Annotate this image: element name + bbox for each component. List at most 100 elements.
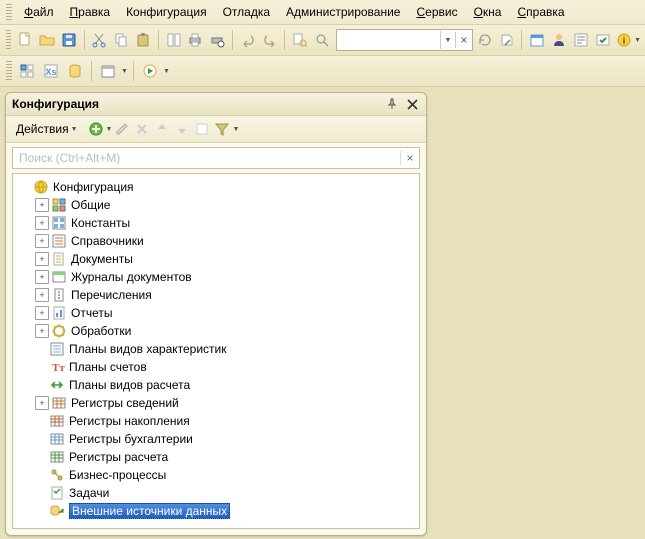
filter-button[interactable] <box>212 119 232 139</box>
expand-icon[interactable]: + <box>35 252 49 266</box>
tree-node-calc-registers[interactable]: Регистры расчета <box>33 448 415 466</box>
add-button[interactable] <box>86 119 106 139</box>
tree-node-documents[interactable]: +Документы <box>33 250 415 268</box>
goto-button[interactable] <box>497 29 517 51</box>
tree-node-accounts[interactable]: TтПланы счетов <box>33 358 415 376</box>
delete-button[interactable] <box>132 119 152 139</box>
copy-button[interactable] <box>111 29 131 51</box>
redo-button[interactable] <box>260 29 280 51</box>
save-button[interactable] <box>59 29 79 51</box>
expand-icon[interactable]: + <box>35 216 49 230</box>
tree-node-reports[interactable]: +Отчеты <box>33 304 415 322</box>
print-preview-button[interactable] <box>207 29 227 51</box>
expand-icon[interactable]: + <box>35 324 49 338</box>
refresh-button[interactable] <box>475 29 495 51</box>
menubar-gripper[interactable] <box>6 4 12 20</box>
configuration-tree[interactable]: Конфигурация +Общие+Константы+Справочник… <box>12 173 420 529</box>
expand-icon[interactable]: + <box>35 270 49 284</box>
toolbar2-gripper[interactable] <box>6 61 12 81</box>
calendar2-dropdown-icon[interactable]: ▼ <box>121 68 128 75</box>
menu-configuration[interactable]: Конфигурация <box>118 3 215 21</box>
calendar2-button[interactable] <box>97 60 119 82</box>
global-search-input[interactable]: ▼ × <box>336 29 473 51</box>
configuration-tree-button[interactable] <box>16 60 38 82</box>
panel-header: Конфигурация <box>6 93 426 116</box>
actions-menu-button[interactable]: Действия ▼ <box>12 121 82 137</box>
help-dropdown-icon[interactable]: ▼ <box>634 37 641 44</box>
expand-icon[interactable]: + <box>35 198 49 212</box>
print-button[interactable] <box>186 29 206 51</box>
expand-icon[interactable]: + <box>35 234 49 248</box>
menu-debug[interactable]: Отладка <box>215 3 278 21</box>
tree-node-label: Регистры бухгалтерии <box>69 432 193 446</box>
panel-title: Конфигурация <box>12 97 380 111</box>
general-icon <box>51 197 67 213</box>
check-button[interactable] <box>593 29 613 51</box>
properties-button[interactable] <box>571 29 591 51</box>
global-search-field[interactable] <box>337 33 440 47</box>
paste-button[interactable] <box>133 29 153 51</box>
new-document-button[interactable] <box>15 29 35 51</box>
tree-node-accounting-registers[interactable]: Регистры бухгалтерии <box>33 430 415 448</box>
menu-service[interactable]: Сервис <box>408 3 465 21</box>
tree-node-label: Планы видов расчета <box>69 378 190 392</box>
db-button[interactable] <box>64 60 86 82</box>
expand-icon[interactable]: + <box>35 396 49 410</box>
search-dropdown-icon[interactable]: ▼ <box>440 31 455 49</box>
processors-icon <box>51 323 67 339</box>
tree-node-calc-types[interactable]: Планы видов расчета <box>33 376 415 394</box>
tree-node-journals[interactable]: +Журналы документов <box>33 268 415 286</box>
cut-button[interactable] <box>90 29 110 51</box>
tree-node-general[interactable]: +Общие <box>33 196 415 214</box>
tree-node-business-processes[interactable]: Бизнес-процессы <box>33 466 415 484</box>
tree-root[interactable]: Конфигурация <box>17 178 415 196</box>
expand-icon[interactable]: + <box>35 306 49 320</box>
tree-node-label: Внешние источники данных <box>69 503 230 519</box>
tree-node-info-registers[interactable]: + Регистры сведений <box>33 394 415 412</box>
tree-node-enums[interactable]: +Перечисления <box>33 286 415 304</box>
help-button[interactable]: i <box>614 29 634 51</box>
tree-node-char-types[interactable]: Планы видов характеристик <box>33 340 415 358</box>
menu-administration[interactable]: Администрирование <box>278 3 408 21</box>
panel-search[interactable]: × <box>12 147 420 169</box>
toolbar1-gripper[interactable] <box>6 30 11 50</box>
tree-node-catalogs[interactable]: +Справочники <box>33 232 415 250</box>
tree-node-constants[interactable]: +Константы <box>33 214 415 232</box>
tree-node-label: Регистры сведений <box>71 396 179 410</box>
menu-edit[interactable]: Правка <box>62 3 119 21</box>
search-clear-button[interactable]: × <box>455 32 472 48</box>
tree-node-external-sources[interactable]: Внешние источники данных <box>33 502 415 520</box>
panel-search-input[interactable] <box>13 151 400 165</box>
menu-windows[interactable]: Окна <box>466 3 510 21</box>
move-down-button[interactable] <box>172 119 192 139</box>
calendar-button[interactable] <box>527 29 547 51</box>
syntax-helper-button[interactable]: Xs <box>40 60 62 82</box>
undo-button[interactable] <box>238 29 258 51</box>
menu-file[interactable]: Файл <box>16 3 62 21</box>
tree-node-processors[interactable]: + Обработки <box>33 322 415 340</box>
search-icon[interactable] <box>312 29 332 51</box>
panel-close-button[interactable] <box>404 96 420 112</box>
open-button[interactable] <box>37 29 57 51</box>
run-debug-dropdown-icon[interactable]: ▼ <box>163 68 170 75</box>
reports-icon <box>51 305 67 321</box>
pin-icon[interactable] <box>384 96 400 112</box>
compare-button[interactable] <box>164 29 184 51</box>
edit-button[interactable] <box>112 119 132 139</box>
documents-icon <box>51 251 67 267</box>
run-debug-button[interactable] <box>139 60 161 82</box>
expand-icon[interactable]: + <box>35 288 49 302</box>
user-button[interactable] <box>549 29 569 51</box>
sort-button[interactable] <box>192 119 212 139</box>
tree-node-accum-registers[interactable]: Регистры накопления <box>33 412 415 430</box>
tree-root-label: Конфигурация <box>53 180 134 194</box>
tree-node-tasks[interactable]: Задачи <box>33 484 415 502</box>
filter-dropdown-icon[interactable]: ▼ <box>232 126 239 133</box>
add-dropdown-icon[interactable]: ▼ <box>106 126 113 133</box>
panel-search-clear[interactable]: × <box>400 151 419 165</box>
tree-node-label: Обработки <box>71 324 131 338</box>
find-button[interactable] <box>290 29 310 51</box>
menu-help[interactable]: Справка <box>509 3 572 21</box>
svg-text:Xs: Xs <box>45 67 56 77</box>
move-up-button[interactable] <box>152 119 172 139</box>
